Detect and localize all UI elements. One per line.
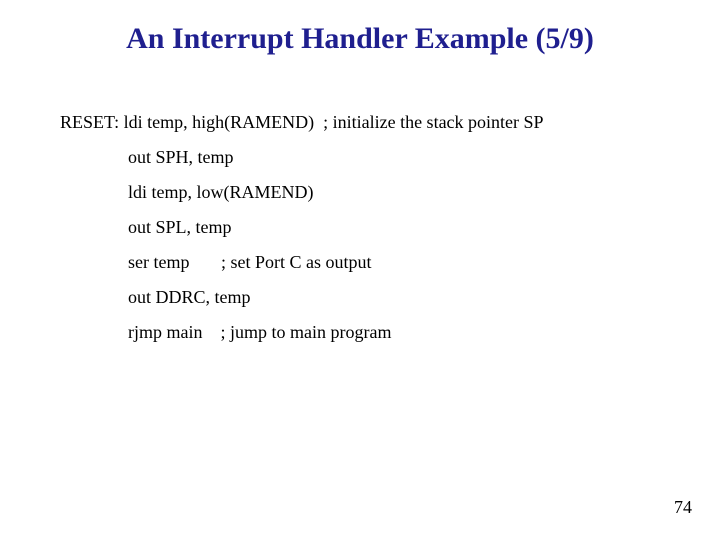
code-text: ldi temp, high(RAMEND) ; initialize the …: [124, 112, 544, 132]
reset-label: RESET:: [60, 112, 124, 133]
code-line-6: out DDRC, temp: [60, 287, 660, 308]
code-line-5: ser temp ; set Port C as output: [60, 252, 660, 273]
code-line-3: ldi temp, low(RAMEND): [60, 182, 660, 203]
code-line-2: out SPH, temp: [60, 147, 660, 168]
slide: An Interrupt Handler Example (5/9) RESET…: [0, 0, 720, 540]
code-line-4: out SPL, temp: [60, 217, 660, 238]
code-line-7: rjmp main ; jump to main program: [60, 322, 660, 343]
page-number: 74: [674, 497, 692, 518]
slide-body: RESET: ldi temp, high(RAMEND) ; initiali…: [60, 112, 660, 357]
slide-title: An Interrupt Handler Example (5/9): [0, 22, 720, 56]
code-line-1: RESET: ldi temp, high(RAMEND) ; initiali…: [60, 112, 660, 133]
